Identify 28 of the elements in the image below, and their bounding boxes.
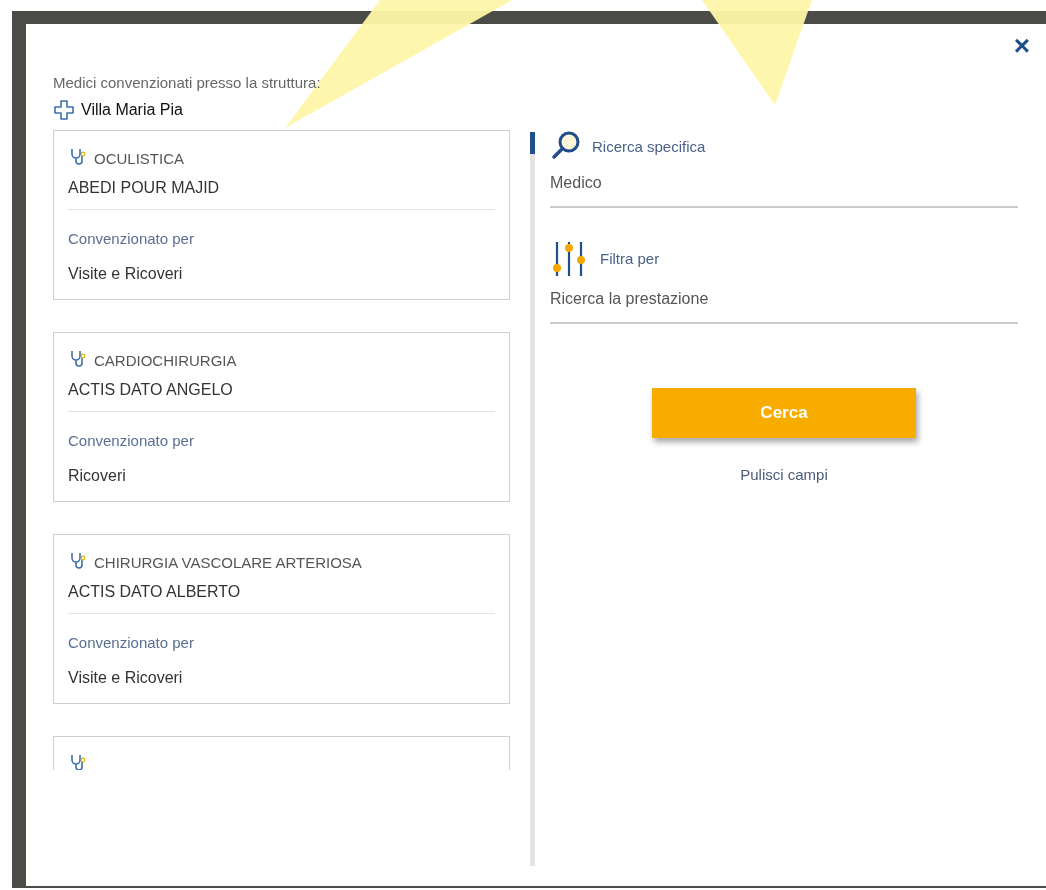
section-title: Ricerca specifica: [592, 137, 706, 155]
scrollbar-track[interactable]: [530, 132, 535, 866]
stethoscope-icon: [68, 147, 88, 167]
facility-name: Villa Maria Pia: [81, 101, 183, 119]
medical-cross-icon: [53, 99, 75, 121]
coverage-label: Convenzionato per: [68, 432, 194, 449]
specialty-label: CHIRURGIA VASCOLARE ARTERIOSA: [94, 554, 362, 571]
doctor-field[interactable]: Medico: [550, 162, 1018, 208]
stethoscope-icon: [68, 349, 88, 369]
search-icon: [550, 130, 582, 162]
service-field[interactable]: Ricerca la prestazione: [550, 278, 1018, 324]
stethoscope-icon: [68, 551, 88, 571]
stethoscope-icon: [68, 753, 88, 770]
specialty-label: OCULISTICA: [94, 150, 184, 167]
coverage-value: Visite e Ricoveri: [68, 669, 183, 686]
clear-fields-link[interactable]: Pulisci campi: [740, 466, 828, 483]
close-button[interactable]: ×: [1009, 32, 1034, 60]
coverage-value: Ricoveri: [68, 467, 126, 484]
coverage-value: Visite e Ricoveri: [68, 265, 183, 282]
dialog-heading: Medici convenzionati presso la struttura:: [53, 74, 321, 91]
coverage-label: Convenzionato per: [68, 230, 194, 247]
doctor-name: ACTIS DATO ALBERTO: [68, 583, 241, 600]
doctor-name: ACTIS DATO ANGELO: [68, 381, 233, 398]
section-title: Filtra per: [600, 249, 660, 267]
specialty-label: CARDIOCHIRURGIA: [94, 352, 237, 369]
coverage-label: Convenzionato per: [68, 634, 194, 651]
scrollbar-thumb[interactable]: [530, 132, 535, 154]
doctor-name: ABEDI POUR MAJID: [68, 179, 220, 196]
